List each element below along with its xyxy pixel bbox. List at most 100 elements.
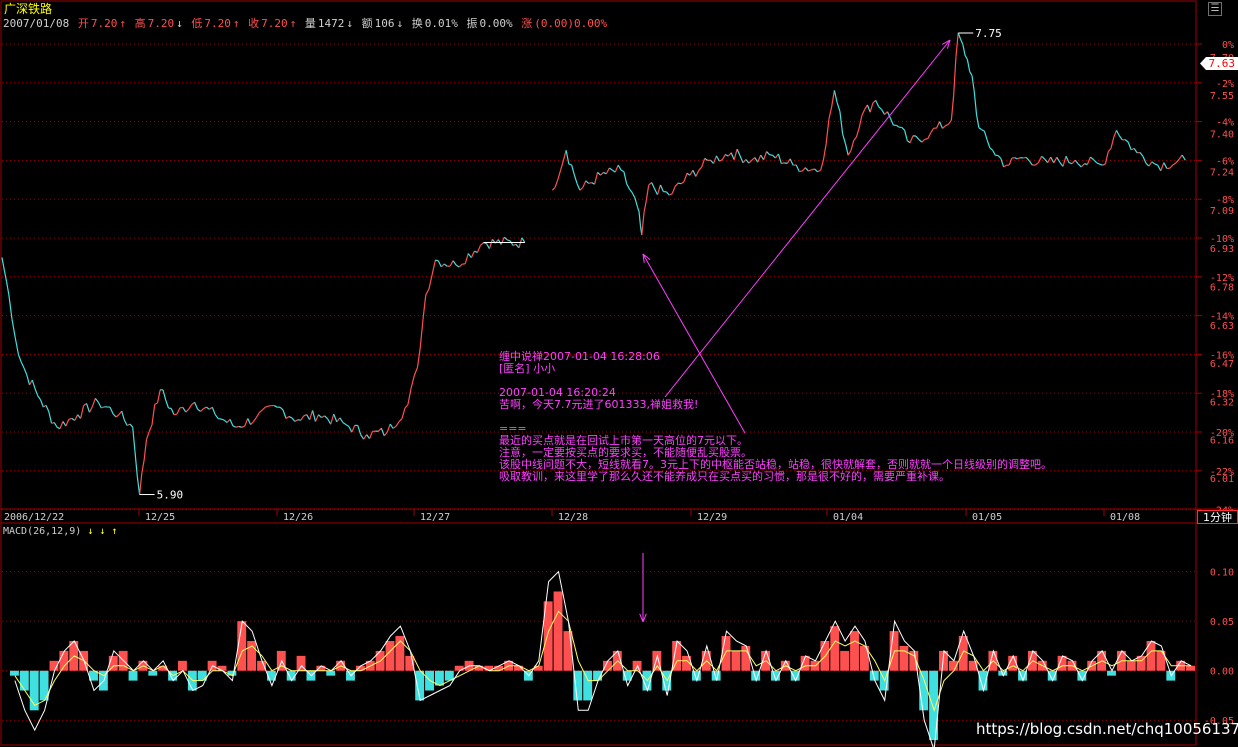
price-segment [268,404,272,407]
price-segment [1000,158,1005,168]
macd-histogram-bar [830,626,840,671]
price-segment [247,418,252,425]
price-segment [211,407,216,415]
macd-label: MACD(26,12,9) [3,526,82,537]
annotation-line [499,411,1052,423]
price-segment [115,414,120,418]
price-segment [850,140,855,151]
price-segment [789,158,794,166]
price-segment [651,182,656,190]
price-segment [311,410,317,422]
price-segment [565,150,570,165]
price-segment [795,164,800,172]
price-segment [858,115,863,129]
macd-histogram-bar [563,631,573,671]
price-segment [17,354,22,363]
price-segment [631,192,636,199]
price-segment [97,401,102,409]
macd-histogram-bar [850,631,859,671]
price-segment [777,153,782,164]
price-segment [801,167,806,172]
macd-histogram-bar [1126,660,1136,671]
price-segment [597,171,601,176]
price-segment [416,347,421,368]
price-segment [368,431,374,439]
price-segment [273,405,278,408]
price-segment [5,281,10,296]
volume-label: 量 [304,17,316,30]
menu-icon[interactable]: ☰ [1208,2,1222,16]
price-segment [357,425,362,435]
price-tick-label: 7.09 [1210,206,1234,217]
price-segment [733,148,738,160]
macd-header: MACD(26,12,9) ↓ ↓ ↑ [3,526,117,537]
price-segment [197,408,201,412]
price-segment [614,164,619,173]
price-segment [1065,155,1070,163]
price-segment [1181,154,1186,161]
price-segment [962,44,966,56]
price-segment [327,418,332,425]
price-segment [214,414,219,420]
price-segment [351,425,356,433]
macd-histogram-bar [929,670,939,741]
price-segment [730,152,735,161]
price-segment [554,179,559,188]
price-segment [91,398,96,407]
price-segment [440,263,445,268]
price-segment [881,109,886,115]
price-segment [474,250,478,253]
price-segment [715,155,720,162]
price-segment [551,186,556,191]
price-segment [1014,157,1018,160]
price-segment [1080,163,1085,168]
price-segment [324,415,329,420]
price-segment [641,212,645,236]
price-segment [458,263,463,268]
up-arrow-icon: ↑ [119,17,126,30]
price-segment [1178,154,1183,160]
price-segment [1142,156,1147,164]
price-segment [955,32,959,57]
price-segment [318,414,322,418]
price-segment [842,134,846,144]
macd-histogram-bar [128,670,138,681]
price-segment [229,419,234,427]
price-segment [855,127,860,138]
price-tick-label: 6.63 [1210,321,1234,332]
price-segment [1068,162,1073,165]
price-segment [603,171,607,175]
timeframe-button[interactable]: 1分钟 [1197,510,1238,524]
price-segment [26,374,31,386]
price-tick-label: 7.40 [1210,129,1234,140]
price-segment [435,259,439,262]
price-segment [39,399,44,408]
price-segment [265,405,269,408]
open-label: 开 [77,17,89,30]
price-segment [345,424,350,427]
price-segment [303,414,307,417]
price-segment [608,167,613,171]
pct-tick-label: 0% [1222,40,1234,51]
price-segment [392,425,397,429]
price-segment [903,130,908,141]
price-segment [654,188,659,196]
price-segment [1124,139,1129,143]
price-segment [141,459,145,473]
price-segment [1145,162,1150,167]
price-segment [28,379,33,386]
price-segment [895,124,900,128]
price-segment [665,191,670,196]
macd-histogram-bar [454,665,464,671]
macd-histogram-bar [1146,641,1156,671]
price-segment [366,434,371,439]
price-segment [1104,151,1109,164]
macd-histogram-bar [257,660,266,671]
price-segment [300,415,305,421]
price-segment [847,150,852,156]
price-segment [1107,148,1112,153]
price-segment [339,417,344,423]
price-segment [875,100,880,107]
price-segment [811,168,815,171]
price-segment [188,404,193,410]
